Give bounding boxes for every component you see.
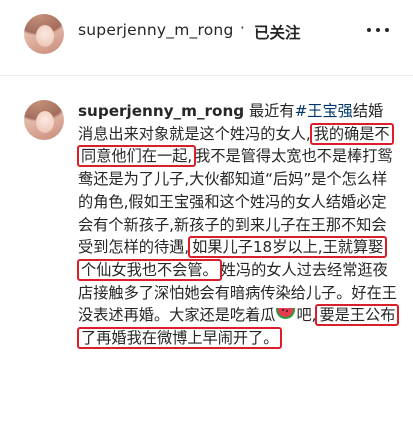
- header-username[interactable]: superjenny_m_rong: [78, 21, 234, 39]
- caption-text-5: 吧,: [296, 306, 317, 325]
- watermelon-icon: [276, 308, 296, 320]
- post-header: superjenny_m_rong · 已关注: [0, 0, 413, 76]
- follow-status-button[interactable]: 已关注: [254, 21, 301, 43]
- hashtag-link[interactable]: #王宝强: [295, 102, 353, 120]
- post-caption: superjenny_m_rong 最近有#王宝强结婚消息出来对象就是这个姓冯的…: [77, 100, 400, 350]
- caption-text-1: 最近有: [244, 102, 295, 120]
- header-avatar[interactable]: [24, 14, 64, 54]
- caption-username[interactable]: superjenny_m_rong: [78, 102, 244, 120]
- comment-avatar[interactable]: [24, 100, 64, 140]
- separator-dot: ·: [240, 19, 245, 37]
- more-options-icon[interactable]: [367, 28, 389, 34]
